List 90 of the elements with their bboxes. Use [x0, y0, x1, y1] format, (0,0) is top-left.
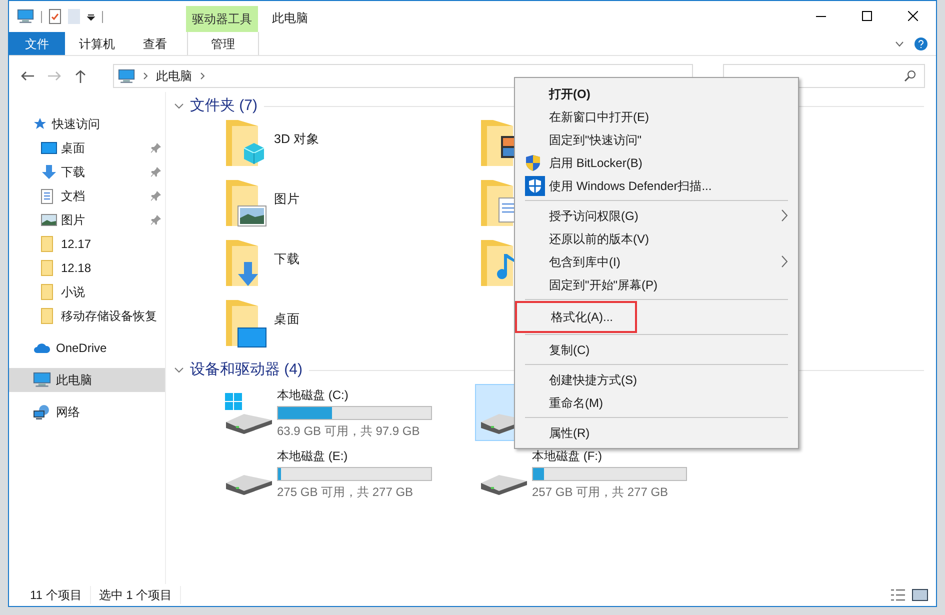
- drive-name: 本地磁盘 (C:): [277, 386, 350, 404]
- menu-item[interactable]: 使用 Windows Defender扫描...: [515, 174, 798, 197]
- window-title: 此电脑: [272, 10, 308, 27]
- search-icon: [904, 70, 916, 82]
- collapse-icon[interactable]: [174, 103, 184, 109]
- large-icons-view-icon[interactable]: [912, 588, 928, 602]
- help-icon[interactable]: [914, 36, 928, 50]
- properties-icon[interactable]: [49, 9, 61, 24]
- collapse-icon[interactable]: [174, 367, 184, 373]
- ribbon-tab[interactable]: 管理: [187, 32, 259, 55]
- drive-tile[interactable]: 本地磁盘 (F:) 257 GB 可用，共 277 GB: [475, 445, 724, 502]
- drive-name: 本地磁盘 (F:): [532, 448, 603, 464]
- desktop-icon: [41, 142, 57, 154]
- chevron-right-icon: [200, 72, 205, 80]
- nav-item[interactable]: 12.18: [9, 256, 165, 280]
- nav-item[interactable]: OneDrive: [9, 336, 165, 360]
- computer-icon: [118, 68, 135, 84]
- nav-item[interactable]: 下载: [9, 160, 165, 184]
- nav-item[interactable]: 移动存储设备恢复: [9, 304, 165, 328]
- status-text: 选中 1 个项目: [90, 586, 182, 604]
- menu-item[interactable]: 启用 BitLocker(B): [515, 151, 798, 174]
- menu-item[interactable]: 固定到"开始"屏幕(P): [515, 273, 798, 296]
- picture-icon: [41, 214, 57, 226]
- hard-drive-icon: [225, 412, 273, 434]
- close-icon: [908, 11, 918, 21]
- pin-icon[interactable]: [151, 167, 161, 177]
- drive-tile[interactable]: 本地磁盘 (C:) 63.9 GB 可用，共 97.9 GB: [220, 384, 469, 441]
- document-icon: [41, 188, 53, 204]
- pin-icon[interactable]: [151, 143, 161, 153]
- nav-item[interactable]: 快速访问: [9, 112, 165, 136]
- star-icon: [33, 117, 47, 131]
- context-tab-group: 驱动器工具: [186, 6, 258, 32]
- chevron-down-icon[interactable]: [895, 40, 904, 46]
- folder-icon: [41, 260, 53, 276]
- computer-icon: [33, 372, 51, 388]
- menu-item[interactable]: 复制(C): [515, 338, 798, 361]
- folder-name[interactable]: 图片: [274, 190, 300, 209]
- menu-item[interactable]: 属性(R): [515, 421, 798, 444]
- network-icon: [33, 404, 51, 420]
- free-space: 275 GB 可用，共 277 GB: [277, 484, 414, 500]
- windows-logo-icon: [225, 392, 244, 412]
- maximize-icon: [862, 11, 872, 21]
- menu-item[interactable]: 在新窗口中打开(E): [515, 105, 798, 128]
- folder-name[interactable]: 3D 对象: [274, 130, 320, 149]
- hard-drive-icon: [480, 474, 528, 496]
- address-path[interactable]: 此电脑: [156, 67, 192, 85]
- menu-item[interactable]: 授予访问权限(G): [515, 204, 798, 227]
- free-space: 63.9 GB 可用，共 97.9 GB: [277, 422, 421, 440]
- folder-icon: [41, 236, 53, 252]
- menu-item[interactable]: 重命名(M): [515, 391, 798, 414]
- menu-item[interactable]: 包含到库中(I): [515, 250, 798, 273]
- shield-icon: [525, 154, 541, 171]
- nav-item[interactable]: 12.17: [9, 232, 165, 256]
- drive-name: 本地磁盘 (E:): [277, 448, 349, 464]
- chevron-right-icon: [143, 72, 148, 80]
- nav-item[interactable]: 桌面: [9, 136, 165, 160]
- menu-item[interactable]: 还原以前的版本(V): [515, 227, 798, 250]
- down-arrow-icon: [41, 164, 57, 180]
- details-view-icon[interactable]: [890, 588, 906, 602]
- up-icon[interactable]: [75, 70, 86, 82]
- menu-item[interactable]: 创建快捷方式(S): [515, 368, 798, 391]
- nav-item[interactable]: 此电脑: [9, 368, 165, 392]
- nav-item[interactable]: 图片: [9, 208, 165, 232]
- menu-item[interactable]: 固定到"快速访问": [515, 128, 798, 151]
- nav-item[interactable]: 小说: [9, 280, 165, 304]
- back-icon[interactable]: [21, 71, 34, 81]
- ribbon-tab[interactable]: 查看: [129, 32, 181, 55]
- ribbon-tab[interactable]: 文件: [9, 32, 65, 55]
- free-space: 257 GB 可用，共 277 GB: [532, 484, 670, 500]
- nav-item[interactable]: 文档: [9, 184, 165, 208]
- menu-item[interactable]: 格式化(A)...: [517, 303, 635, 331]
- section-heading[interactable]: 文件夹 (7): [190, 94, 258, 118]
- pin-icon[interactable]: [151, 215, 161, 225]
- chevron-right-icon: [781, 209, 788, 222]
- folder-name[interactable]: 桌面: [274, 310, 300, 329]
- drive-tile[interactable]: 本地磁盘 (E:) 275 GB 可用，共 277 GB: [220, 445, 469, 502]
- cloud-icon: [33, 342, 51, 354]
- pin-icon[interactable]: [151, 191, 161, 201]
- hard-drive-icon: [225, 474, 273, 496]
- status-text: 11 个项目: [22, 586, 91, 604]
- folder-icon: [41, 308, 53, 324]
- computer-icon: [17, 9, 34, 24]
- nav-item[interactable]: 网络: [9, 400, 165, 424]
- shield-icon: [525, 176, 545, 196]
- dropdown-icon[interactable]: [87, 12, 95, 20]
- section-heading[interactable]: 设备和驱动器 (4): [190, 358, 302, 382]
- folder-name[interactable]: 下载: [274, 250, 300, 269]
- chevron-right-icon: [781, 255, 788, 268]
- ribbon-tab[interactable]: 计算机: [65, 32, 129, 55]
- folder-icon: [41, 284, 53, 300]
